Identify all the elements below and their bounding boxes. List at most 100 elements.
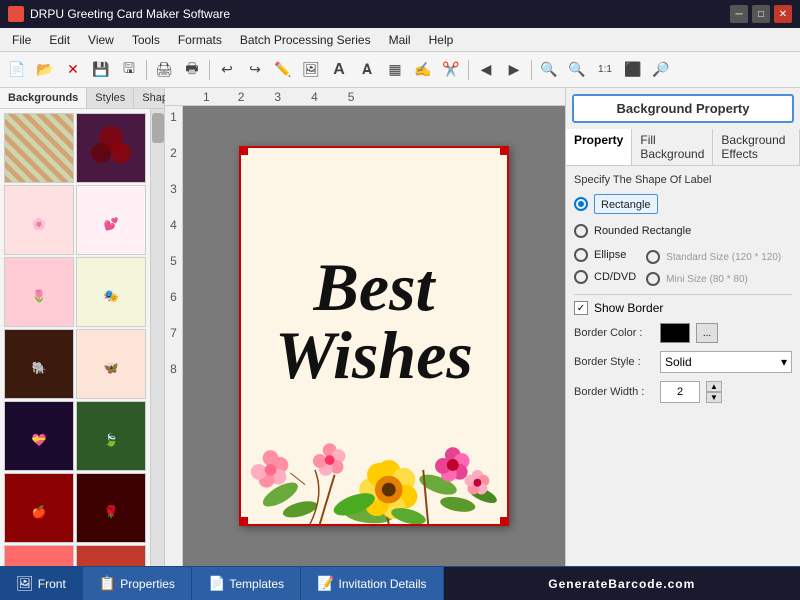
canvas-content[interactable]: Best Wishes — [183, 106, 565, 566]
radio-std-circle[interactable] — [646, 250, 660, 264]
tb-arrow-left[interactable]: ◀ — [473, 57, 499, 83]
tb-close-red[interactable]: ✕ — [60, 57, 86, 83]
menu-mail[interactable]: Mail — [381, 31, 419, 49]
bg-thumb-4[interactable]: 💕 — [76, 185, 146, 255]
tb-zoom-reset[interactable]: 1:1 — [592, 57, 618, 83]
tb-zoom-out[interactable]: 🔍 — [564, 57, 590, 83]
tb-redo[interactable]: ↪ — [242, 57, 268, 83]
tb-open-folder[interactable]: 📂 — [32, 57, 58, 83]
bg-thumb-5[interactable]: 🌷 — [4, 257, 74, 327]
tb-fit[interactable]: ⬛ — [620, 57, 646, 83]
bg-thumb-2[interactable] — [76, 113, 146, 183]
maximize-button[interactable]: □ — [752, 5, 770, 23]
tb-pencil[interactable]: ✏️ — [270, 57, 296, 83]
svg-text:🦋: 🦋 — [104, 361, 119, 375]
menu-batch[interactable]: Batch Processing Series — [232, 31, 379, 49]
border-width-label: Border Width : — [574, 386, 654, 398]
svg-text:🌷: 🌷 — [32, 289, 47, 303]
radio-mini-size[interactable]: Mini Size (80 * 80) — [646, 272, 781, 286]
radio-std-label: Standard Size (120 * 120) — [666, 252, 781, 263]
bg-thumb-12[interactable]: 🌹 — [76, 473, 146, 543]
tb-text-a[interactable]: A — [326, 57, 352, 83]
tab-fill-background[interactable]: Fill Background — [632, 129, 713, 165]
tb-text-b[interactable]: 𝐀 — [354, 57, 380, 83]
menu-bar: File Edit View Tools Formats Batch Proce… — [0, 28, 800, 52]
section-title: Specify The Shape Of Label — [574, 174, 792, 186]
menu-formats[interactable]: Formats — [170, 31, 230, 49]
tb-save2[interactable]: 🖫 — [116, 57, 142, 83]
svg-text:🎭: 🎭 — [104, 289, 119, 303]
tab-invitation[interactable]: 📝 Invitation Details — [301, 567, 443, 600]
tab-templates[interactable]: 📄 Templates — [192, 567, 301, 600]
properties-icon: 📋 — [99, 575, 116, 592]
menu-help[interactable]: Help — [421, 31, 462, 49]
radio-cddvd[interactable]: CD/DVD — [574, 270, 636, 284]
menu-file[interactable]: File — [4, 31, 39, 49]
radio-ellipse[interactable]: Ellipse — [574, 248, 636, 262]
border-color-picker-btn[interactable]: ... — [696, 323, 718, 343]
minimize-button[interactable]: ─ — [730, 5, 748, 23]
show-border-checkbox[interactable]: ✓ — [574, 301, 588, 315]
border-width-value[interactable]: 2 — [660, 381, 700, 403]
tb-print[interactable]: 🖨 — [151, 57, 177, 83]
bg-thumb-7[interactable]: 🐘 — [4, 329, 74, 399]
tb-image[interactable]: 🖼 — [298, 57, 324, 83]
radio-rectangle[interactable]: Rectangle — [574, 194, 792, 214]
menu-view[interactable]: View — [80, 31, 122, 49]
tb-zoom-in[interactable]: 🔍 — [536, 57, 562, 83]
radio-rounded-circle[interactable] — [574, 224, 588, 238]
bg-thumb-13[interactable]: ❄️ — [4, 545, 74, 566]
bg-thumb-11[interactable]: 🍎 — [4, 473, 74, 543]
border-style-select[interactable]: Solid ▾ — [660, 351, 792, 373]
bg-grid: 🌸 💕 🌷 🎭 🐘 🦋 — [0, 109, 150, 566]
tb-undo[interactable]: ↩ — [214, 57, 240, 83]
bg-thumb-3[interactable]: 🌸 — [4, 185, 74, 255]
menu-tools[interactable]: Tools — [124, 31, 168, 49]
spinner-down[interactable]: ▼ — [706, 392, 722, 403]
tb-search[interactable]: 🔎 — [648, 57, 674, 83]
bottom-bar: 🖼 Front 📋 Properties 📄 Templates 📝 Invit… — [0, 566, 800, 600]
tb-arrow-right[interactable]: ▶ — [501, 57, 527, 83]
bg-thumb-8[interactable]: 🦋 — [76, 329, 146, 399]
card-text-wishes: Wishes — [275, 321, 473, 389]
tab-backgrounds[interactable]: Backgrounds — [0, 88, 87, 108]
canvas-row: 12345678 Best Wishes — [165, 106, 565, 566]
tb-barcode[interactable]: ▦ — [382, 57, 408, 83]
bg-thumb-9[interactable]: 💝 — [4, 401, 74, 471]
radio-ellipse-circle[interactable] — [574, 248, 588, 262]
toolbar: 📄 📂 ✕ 💾 🖫 🖨 🖶 ↩ ↪ ✏️ 🖼 A 𝐀 ▦ ✍ ✂️ ◀ ▶ 🔍 … — [0, 52, 800, 88]
radio-rounded-label: Rounded Rectangle — [594, 225, 691, 237]
tb-print2[interactable]: 🖶 — [179, 57, 205, 83]
show-border-row[interactable]: ✓ Show Border — [574, 301, 792, 315]
tab-styles[interactable]: Styles — [87, 88, 134, 108]
radio-cddvd-circle[interactable] — [574, 270, 588, 284]
radio-rounded-rect[interactable]: Rounded Rectangle — [574, 224, 792, 238]
tb-scissors[interactable]: ✂️ — [438, 57, 464, 83]
tb-sign[interactable]: ✍ — [410, 57, 436, 83]
tb-new[interactable]: 📄 — [4, 57, 30, 83]
radio-standard-size[interactable]: Standard Size (120 * 120) — [646, 250, 781, 264]
menu-edit[interactable]: Edit — [41, 31, 78, 49]
bg-thumb-10[interactable]: 🍃 — [76, 401, 146, 471]
radio-mini-circle[interactable] — [646, 272, 660, 286]
spinner-up[interactable]: ▲ — [706, 381, 722, 392]
scroll-bar[interactable] — [150, 109, 164, 566]
ruler-left: 12345678 — [165, 106, 183, 566]
tab-front[interactable]: 🖼 Front — [0, 567, 83, 600]
radio-cddvd-label: CD/DVD — [594, 271, 636, 283]
border-width-row: Border Width : 2 ▲ ▼ — [574, 381, 792, 403]
tb-save[interactable]: 💾 — [88, 57, 114, 83]
radio-rectangle-label: Rectangle — [601, 199, 651, 211]
tab-property[interactable]: Property — [566, 129, 632, 165]
bg-thumb-1[interactable] — [4, 113, 74, 183]
tab-templates-label: Templates — [229, 577, 284, 591]
radio-rectangle-circle[interactable] — [574, 197, 588, 211]
tab-background-effects[interactable]: Background Effects — [713, 129, 800, 165]
bg-thumb-6[interactable]: 🎭 — [76, 257, 146, 327]
close-button[interactable]: ✕ — [774, 5, 792, 23]
bg-thumb-14[interactable]: 🌻 — [76, 545, 146, 566]
border-color-swatch[interactable] — [660, 323, 690, 343]
tab-properties[interactable]: 📋 Properties — [83, 567, 192, 600]
property-header: Background Property — [572, 94, 794, 123]
right-panel: Background Property Property Fill Backgr… — [565, 88, 800, 566]
